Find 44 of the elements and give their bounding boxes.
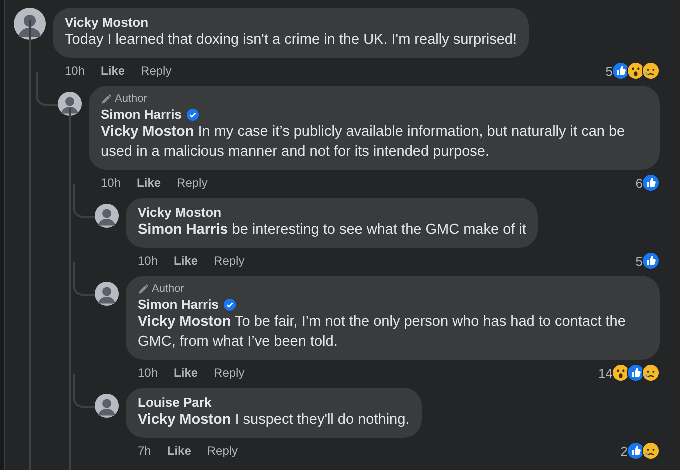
timestamp[interactable]: 10h — [101, 176, 122, 190]
pencil-icon — [101, 94, 112, 104]
reply-link[interactable]: Reply — [214, 254, 245, 268]
like-icon — [642, 252, 660, 270]
timestamp[interactable]: 10h — [65, 64, 86, 78]
comment-text: Simon Harris be interesting to see what the GMC make of it — [138, 221, 526, 240]
author-name[interactable]: Vicky Moston — [65, 15, 149, 30]
comment-text: Vicky Moston To be fair, I’m not the only person who has had to contact the GMC, from what I’ve been told. — [138, 313, 627, 352]
like-link[interactable]: Like — [101, 64, 126, 78]
like-link[interactable]: Like — [174, 366, 198, 380]
comment-text: Vicky Moston In my case it’s publicly available information, but naturally it can be used in a malicious manner and not for its intended purpose. — [101, 123, 626, 162]
reaction-count[interactable]: 6 — [636, 176, 643, 190]
author-name[interactable]: Louise Park — [138, 395, 212, 410]
avatar[interactable] — [95, 394, 119, 418]
avatar[interactable] — [58, 92, 82, 116]
timestamp[interactable]: 7h — [138, 444, 152, 458]
author-name[interactable]: Simon Harris — [101, 107, 182, 122]
timestamp[interactable]: 10h — [138, 254, 158, 268]
sad-emoji-icon — [642, 364, 660, 382]
comment-text: Vicky Moston I suspect they'll do nothing. — [138, 411, 410, 430]
author-name[interactable]: Simon Harris — [138, 297, 219, 312]
like-icon — [642, 174, 660, 192]
like-link[interactable]: Like — [137, 176, 162, 190]
avatar[interactable] — [14, 8, 46, 40]
reply-link[interactable]: Reply — [141, 64, 172, 78]
author-label: Author — [152, 283, 184, 295]
reply-link[interactable]: Reply — [207, 444, 238, 458]
author-label: Author — [115, 93, 148, 105]
avatar[interactable] — [95, 204, 119, 228]
like-link[interactable]: Like — [167, 444, 192, 458]
reaction-count[interactable]: 5 — [606, 64, 613, 78]
avatar[interactable] — [95, 282, 119, 306]
comment-text: Today I learned that doxing isn't a crime in the UK. I'm really surprised! — [65, 31, 518, 50]
reaction-count[interactable]: 14 — [598, 366, 613, 380]
reaction-count[interactable]: 5 — [636, 254, 643, 268]
reply-link[interactable]: Reply — [214, 366, 245, 380]
author-name[interactable]: Vicky Moston — [138, 205, 222, 220]
timestamp[interactable]: 10h — [138, 366, 158, 380]
reaction-count[interactable]: 2 — [620, 444, 628, 458]
sad-emoji-icon — [642, 62, 660, 80]
sad-emoji-icon — [642, 442, 660, 460]
reply-link[interactable]: Reply — [177, 176, 208, 190]
pencil-icon — [138, 284, 149, 294]
like-link[interactable]: Like — [174, 254, 198, 268]
